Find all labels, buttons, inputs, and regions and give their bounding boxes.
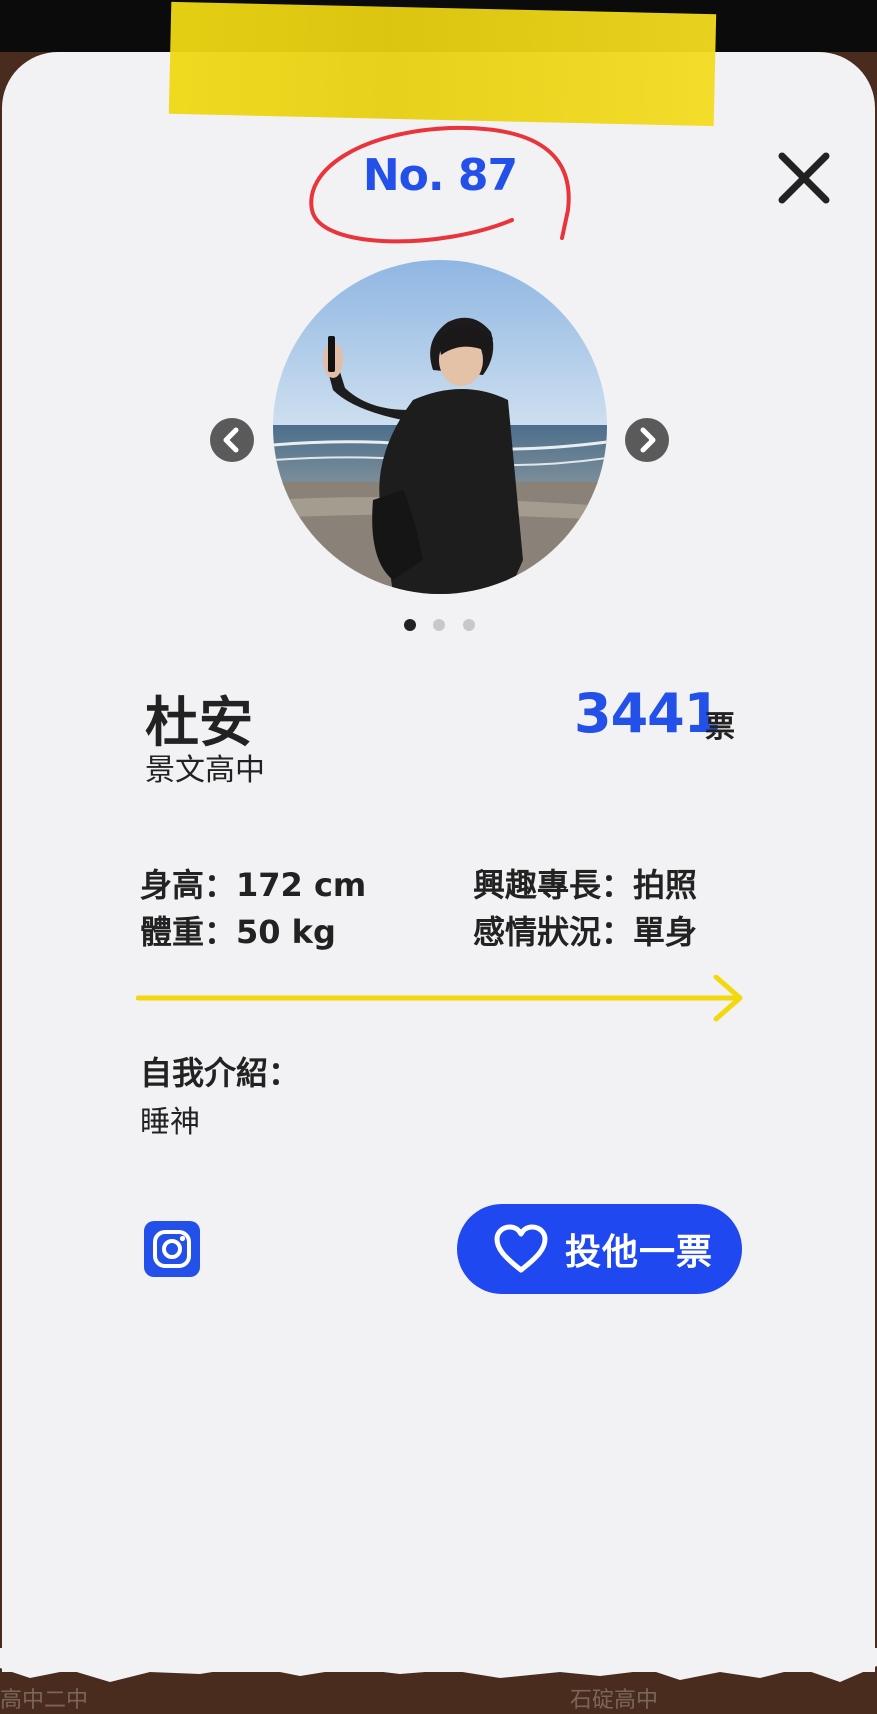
vote-button[interactable]: 投他一票 — [457, 1204, 742, 1294]
stat-hobby: 興趣專長：拍照 — [473, 866, 698, 904]
intro-label: 自我介紹： — [140, 1054, 301, 1092]
carousel-dot[interactable] — [433, 619, 445, 631]
candidate-school: 景文高中 — [145, 753, 265, 788]
chevron-left-icon — [223, 427, 239, 453]
close-button[interactable] — [772, 146, 836, 210]
divider-arrow — [136, 975, 743, 1022]
close-icon — [778, 152, 830, 204]
candidate-photo — [273, 260, 607, 594]
instagram-button[interactable] — [144, 1221, 200, 1277]
vote-count: 3441 — [574, 682, 721, 745]
vote-unit: 票 — [705, 710, 735, 745]
chevron-right-icon — [640, 427, 656, 453]
heart-icon — [494, 1224, 548, 1273]
instagram-icon — [153, 1230, 191, 1268]
yellow-tape — [168, 1, 717, 127]
intro-text: 睡神 — [140, 1105, 200, 1140]
torn-paper-edge — [0, 1648, 877, 1682]
carousel-dot-active[interactable] — [404, 619, 416, 631]
stat-weight: 體重：50 kg — [140, 913, 336, 951]
candidate-number: No. 87 — [362, 150, 518, 201]
stat-height: 身高：172 cm — [140, 866, 367, 904]
vote-button-label: 投他一票 — [565, 1232, 714, 1273]
carousel-dot[interactable] — [463, 619, 475, 631]
previous-photo-button[interactable] — [210, 418, 254, 462]
stat-relationship: 感情狀況：單身 — [473, 913, 698, 951]
next-photo-button[interactable] — [625, 418, 669, 462]
